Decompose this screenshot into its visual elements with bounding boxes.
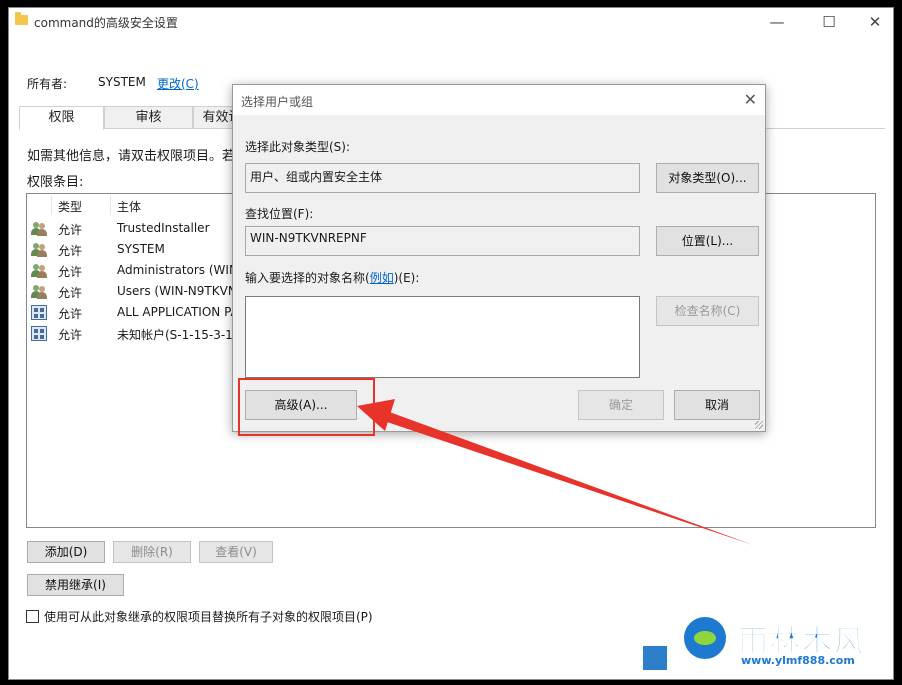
row-type: 允许	[58, 307, 83, 321]
replace-child-permissions-label: 使用可从此对象继承的权限项目替换所有子对象的权限项目(P)	[44, 610, 373, 624]
app-package-icon	[31, 326, 47, 341]
user-group-icon	[31, 263, 47, 278]
object-names-label: 输入要选择的对象名称(例如)(E):	[245, 271, 420, 285]
watermark-logo-icon	[681, 614, 729, 662]
row-principal: Users (WIN-N9TKVNR	[117, 284, 246, 298]
column-header-principal[interactable]: 主体	[117, 198, 141, 215]
add-button[interactable]: 添加(D)	[27, 541, 105, 563]
row-principal: SYSTEM	[117, 242, 165, 256]
row-type: 允许	[58, 265, 83, 279]
view-button[interactable]: 查看(V)	[199, 541, 273, 563]
location-field: WIN-N9TKVNREPNF	[245, 226, 640, 256]
row-type: 允许	[58, 223, 83, 237]
row-principal: Administrators (WIN-	[117, 263, 243, 277]
info-text: 如需其他信息，请双击权限项目。若要	[27, 149, 249, 164]
resize-grip[interactable]	[755, 421, 763, 429]
disable-inheritance-button[interactable]: 禁用继承(I)	[27, 574, 124, 596]
locations-button[interactable]: 位置(L)...	[656, 226, 759, 256]
object-type-label: 选择此对象类型(S):	[245, 140, 351, 154]
column-separator	[110, 196, 111, 215]
maximize-button[interactable]: ☐	[817, 12, 841, 32]
row-principal: ALL APPLICATION PAC	[117, 305, 247, 319]
examples-link[interactable]: 例如	[370, 271, 394, 285]
row-type: 允许	[58, 328, 83, 342]
ok-button[interactable]: 确定	[578, 390, 664, 420]
check-names-button[interactable]: 检查名称(C)	[656, 296, 759, 326]
object-names-input[interactable]	[245, 296, 640, 378]
minimize-button[interactable]: —	[765, 12, 789, 32]
watermark: 雨林木风 www.ylmf888.com	[681, 614, 891, 672]
remove-button[interactable]: 删除(R)	[113, 541, 191, 563]
location-label: 查找位置(F):	[245, 207, 314, 221]
close-button[interactable]: ✕	[863, 12, 887, 32]
object-types-button[interactable]: 对象类型(O)...	[656, 163, 759, 193]
watermark-url: www.ylmf888.com	[741, 654, 855, 667]
row-principal: TrustedInstaller	[117, 221, 210, 235]
window-title: command的高级安全设置	[34, 16, 178, 30]
change-owner-link[interactable]: 更改(C)	[157, 75, 199, 92]
replace-child-permissions-checkbox[interactable]	[26, 610, 39, 623]
app-package-icon	[31, 305, 47, 320]
user-group-icon	[31, 221, 47, 236]
object-type-field: 用户、组或内置安全主体	[245, 163, 640, 193]
row-type: 允许	[58, 286, 83, 300]
column-header-type[interactable]: 类型	[58, 198, 82, 215]
tab-auditing[interactable]: 审核	[104, 106, 193, 129]
owner-label: 所有者:	[27, 77, 68, 91]
user-group-icon	[31, 242, 47, 257]
folder-icon	[15, 12, 28, 25]
row-principal: 未知帐户(S-1-15-3-102	[117, 328, 249, 342]
tab-permissions[interactable]: 权限	[19, 106, 104, 130]
row-type: 允许	[58, 244, 83, 258]
column-separator	[51, 196, 52, 215]
highlight-box	[238, 378, 375, 436]
taskbar-app-icon	[642, 645, 668, 671]
window-titlebar: command的高级安全设置 — ☐ ✕	[9, 8, 893, 38]
dialog-close-icon[interactable]: ✕	[744, 90, 757, 109]
permission-entries-label: 权限条目:	[27, 175, 84, 190]
user-group-icon	[31, 284, 47, 299]
cancel-button[interactable]: 取消	[674, 390, 760, 420]
dialog-titlebar: 选择用户或组 ✕	[233, 85, 765, 115]
dialog-title: 选择用户或组	[241, 95, 314, 109]
owner-value: SYSTEM	[98, 75, 146, 89]
